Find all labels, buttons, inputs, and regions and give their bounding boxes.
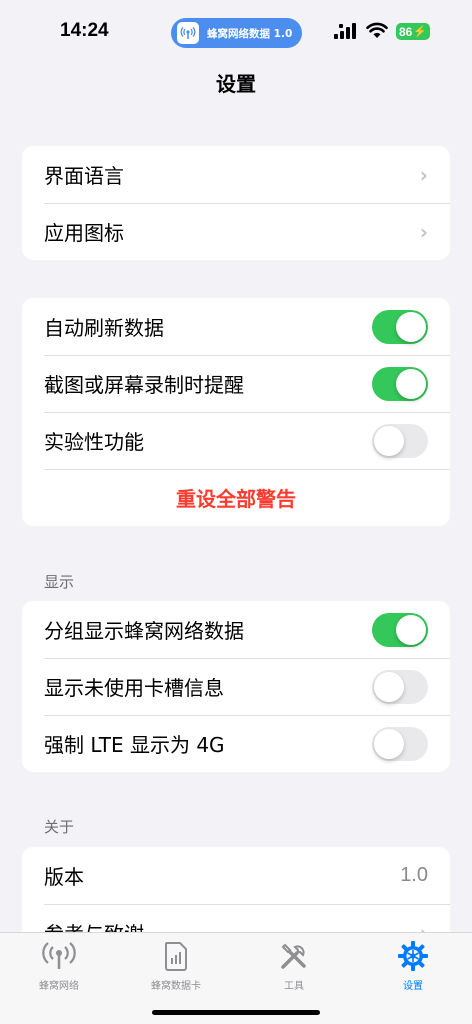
tab-label: 蜂窝数据卡 bbox=[151, 981, 201, 992]
row-label: 版本 bbox=[44, 865, 84, 889]
show-unused-slots-row: 显示未使用卡槽信息 bbox=[22, 658, 450, 715]
about-section-header: 关于 bbox=[44, 818, 75, 836]
gear-icon bbox=[397, 939, 429, 973]
antenna-icon bbox=[42, 939, 76, 973]
wifi-icon bbox=[366, 22, 388, 38]
row-label: 应用图标 bbox=[44, 221, 124, 245]
display-section-header: 显示 bbox=[44, 573, 75, 591]
cellular-signal-icon bbox=[334, 23, 356, 39]
show-unused-slots-toggle[interactable] bbox=[372, 669, 428, 704]
page-title: 设置 bbox=[216, 72, 256, 96]
experimental-features-toggle[interactable] bbox=[372, 423, 428, 458]
tab-label: 蜂窝网络 bbox=[39, 981, 79, 992]
reset-warnings-button[interactable]: 重设全部警告 bbox=[22, 469, 450, 526]
display-group: 分组显示蜂窝网络数据 显示未使用卡槽信息 强制 LTE 显示为 4G bbox=[22, 601, 450, 772]
version-row: 版本 1.0 bbox=[22, 847, 450, 904]
behavior-group: 自动刷新数据 截图或屏幕录制时提醒 实验性功能 重设全部警告 bbox=[22, 298, 450, 526]
tab-sim-card[interactable]: 蜂窝数据卡 bbox=[131, 939, 221, 992]
tab-label: 设置 bbox=[403, 981, 423, 992]
antenna-icon bbox=[177, 22, 199, 44]
status-time: 14:24 bbox=[60, 20, 109, 41]
app-icon-row[interactable]: 应用图标 › bbox=[22, 203, 450, 260]
row-label: 分组显示蜂窝网络数据 bbox=[44, 619, 244, 643]
active-app-pill[interactable]: 蜂窝网络数据 1.0 bbox=[171, 18, 302, 48]
sim-card-icon bbox=[163, 939, 189, 973]
row-label: 界面语言 bbox=[44, 164, 124, 188]
battery-level: 86 bbox=[399, 24, 413, 39]
chevron-right-icon: › bbox=[419, 219, 428, 244]
home-indicator[interactable] bbox=[152, 1010, 320, 1015]
row-label: 截图或屏幕录制时提醒 bbox=[44, 373, 244, 397]
screenshot-alert-toggle[interactable] bbox=[372, 366, 428, 401]
tab-settings[interactable]: 设置 bbox=[368, 939, 458, 992]
charging-bolt-icon: ⚡ bbox=[413, 26, 428, 38]
force-lte-4g-toggle[interactable] bbox=[372, 726, 428, 761]
appearance-group: 界面语言 › 应用图标 › bbox=[22, 146, 450, 260]
battery-indicator: 86 ⚡ bbox=[396, 23, 430, 40]
group-cellular-data-toggle[interactable] bbox=[372, 612, 428, 647]
screenshot-alert-row: 截图或屏幕录制时提醒 bbox=[22, 355, 450, 412]
force-lte-4g-row: 强制 LTE 显示为 4G bbox=[22, 715, 450, 772]
interface-language-row[interactable]: 界面语言 › bbox=[22, 146, 450, 203]
reset-warnings-label: 重设全部警告 bbox=[176, 487, 296, 511]
app-pill-label: 蜂窝网络数据 1.0 bbox=[207, 27, 293, 40]
row-label: 自动刷新数据 bbox=[44, 316, 164, 340]
group-cellular-data-row: 分组显示蜂窝网络数据 bbox=[22, 601, 450, 658]
row-label: 显示未使用卡槽信息 bbox=[44, 676, 224, 700]
auto-refresh-row: 自动刷新数据 bbox=[22, 298, 450, 355]
tools-icon bbox=[278, 939, 310, 973]
row-label: 实验性功能 bbox=[44, 430, 144, 454]
tab-cellular[interactable]: 蜂窝网络 bbox=[14, 939, 104, 992]
tab-label: 工具 bbox=[284, 981, 304, 992]
experimental-features-row: 实验性功能 bbox=[22, 412, 450, 469]
tab-tools[interactable]: 工具 bbox=[249, 939, 339, 992]
chevron-right-icon: › bbox=[419, 162, 428, 187]
auto-refresh-toggle[interactable] bbox=[372, 309, 428, 344]
row-label: 强制 LTE 显示为 4G bbox=[44, 733, 225, 757]
version-value: 1.0 bbox=[400, 864, 428, 886]
status-bar: 14:24 蜂窝网络数据 1.0 86 ⚡ bbox=[0, 0, 472, 64]
